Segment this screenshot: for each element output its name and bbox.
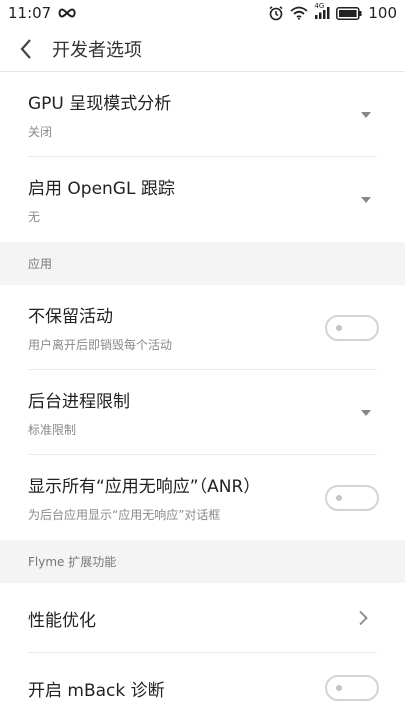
- back-arrow-icon: [20, 38, 31, 59]
- status-right: 4G 100: [268, 2, 397, 22]
- setting-opengl-traces[interactable]: 启用 OpenGL 跟踪 无: [0, 157, 405, 242]
- toggle-switch[interactable]: [325, 675, 379, 701]
- setting-background-process-limit[interactable]: 后台进程限制 标准限制: [0, 370, 405, 455]
- setting-mback-diagnostics[interactable]: 开启 mBack 诊断: [0, 653, 405, 720]
- switch-knob: [336, 494, 342, 501]
- section-header-apps: 应用: [0, 242, 405, 285]
- setting-show-all-anrs[interactable]: 显示所有“应用无响应”（ANR） 为后台应用显示“应用无响应”对话框: [0, 455, 405, 540]
- setting-performance-optimization[interactable]: 性能优化: [0, 583, 405, 653]
- back-button[interactable]: [0, 26, 52, 72]
- setting-title: 后台进程限制: [28, 392, 130, 412]
- signal-icon: 4G: [314, 2, 330, 20]
- status-left: 11:07: [8, 4, 77, 22]
- settings-list: GPU 呈现模式分析 关闭 启用 OpenGL 跟踪 无 应用 不保留活动 用户…: [0, 72, 405, 720]
- app-bar: 开发者选项: [0, 26, 405, 72]
- setting-title: 性能优化: [28, 610, 96, 631]
- setting-description: 为后台应用显示“应用无响应”对话框: [28, 508, 221, 522]
- page-title: 开发者选项: [52, 39, 142, 61]
- dropdown-arrow-icon: [361, 196, 371, 203]
- setting-description: 用户离开后即销毁每个活动: [28, 338, 173, 352]
- toggle-switch[interactable]: [325, 314, 379, 341]
- alarm-icon: [268, 5, 284, 21]
- switch-knob: [336, 324, 342, 331]
- dropdown-arrow-icon: [361, 111, 371, 118]
- battery-level: 100: [368, 4, 397, 22]
- status-time: 11:07: [8, 4, 52, 22]
- chevron-right-icon: [359, 610, 368, 626]
- setting-value: 无: [28, 210, 41, 224]
- setting-title: GPU 呈现模式分析: [28, 94, 172, 114]
- battery-icon: [336, 6, 362, 20]
- infinity-icon: [57, 7, 77, 19]
- wifi-icon: [290, 6, 308, 20]
- setting-dont-keep-activities[interactable]: 不保留活动 用户离开后即销毁每个活动: [0, 285, 405, 370]
- dropdown-arrow-icon: [361, 409, 371, 416]
- switch-knob: [336, 685, 342, 691]
- network-type-label: 4G: [314, 2, 325, 10]
- setting-value: 标准限制: [28, 423, 77, 437]
- status-bar: 11:07 4G 100: [0, 0, 405, 26]
- setting-value: 关闭: [28, 125, 53, 139]
- toggle-switch[interactable]: [325, 484, 379, 511]
- section-header-flyme: Flyme 扩展功能: [0, 540, 405, 583]
- setting-gpu-rendering-profile[interactable]: GPU 呈现模式分析 关闭: [0, 72, 405, 157]
- setting-title: 启用 OpenGL 跟踪: [28, 179, 175, 199]
